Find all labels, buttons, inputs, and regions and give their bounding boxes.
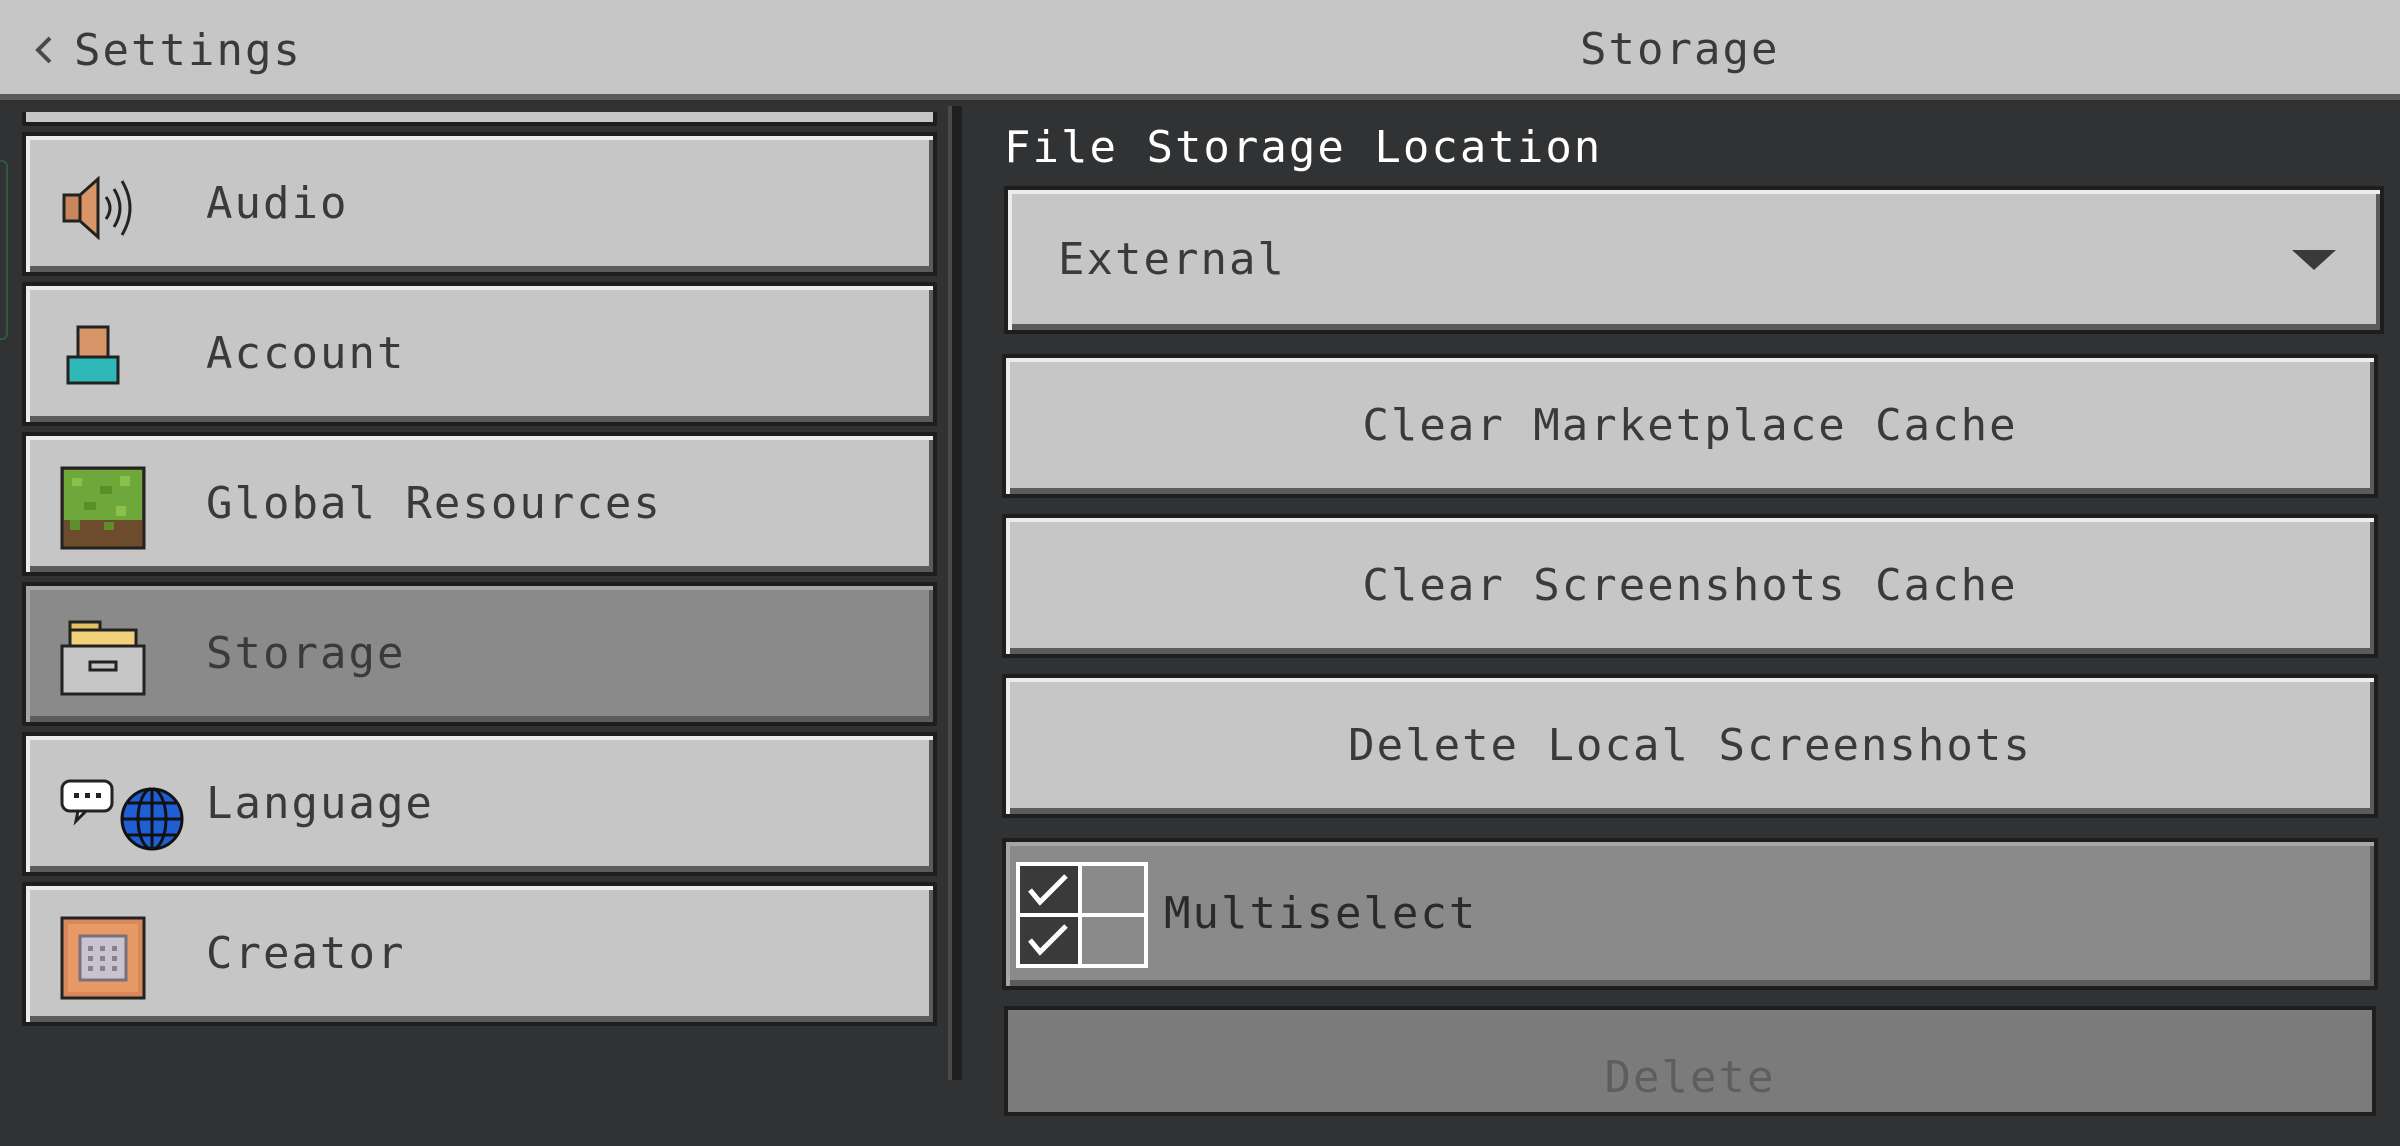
grass-block-icon bbox=[60, 466, 146, 550]
sidebar-item-label: Storage bbox=[206, 628, 406, 679]
back-label: Settings bbox=[74, 24, 302, 76]
edge-decoration bbox=[0, 160, 8, 340]
dropdown-selected-value: External bbox=[1058, 234, 1286, 285]
sidebar-item-partial[interactable] bbox=[22, 112, 937, 126]
sidebar-item-audio[interactable]: Audio bbox=[22, 132, 937, 276]
sidebar-item-label: Audio bbox=[206, 178, 349, 229]
account-icon bbox=[60, 318, 146, 398]
delete-button[interactable]: Delete bbox=[1004, 1006, 2376, 1116]
clear-screenshots-cache-button[interactable]: Clear Screenshots Cache bbox=[1002, 514, 2378, 658]
multiselect-label: Multiselect bbox=[1164, 888, 1478, 939]
page-title: Storage bbox=[1580, 24, 1780, 75]
multiselect-toggle[interactable]: Multiselect bbox=[1002, 838, 2378, 990]
sidebar-item-global-resources[interactable]: Global Resources bbox=[22, 432, 937, 576]
speaker-icon bbox=[60, 168, 146, 248]
chevron-down-icon bbox=[2292, 250, 2336, 270]
sidebar-item-label: Global Resources bbox=[206, 478, 662, 529]
multiselect-checkbox-icon bbox=[1016, 862, 1148, 968]
storage-box-icon bbox=[60, 618, 146, 698]
sidebar-item-label: Account bbox=[206, 328, 406, 379]
sidebar-item-label: Language bbox=[206, 778, 434, 829]
sidebar-item-storage[interactable]: Storage bbox=[22, 582, 937, 726]
top-bar: Settings Storage bbox=[0, 0, 2400, 100]
chevron-left-icon bbox=[35, 36, 52, 64]
clear-marketplace-cache-button[interactable]: Clear Marketplace Cache bbox=[1002, 354, 2378, 498]
command-block-icon bbox=[60, 916, 146, 1000]
sidebar-item-language[interactable]: Language bbox=[22, 732, 937, 876]
panel-divider bbox=[948, 106, 962, 1080]
sidebar-item-account[interactable]: Account bbox=[22, 282, 937, 426]
sidebar-item-label: Creator bbox=[206, 928, 406, 979]
sidebar-item-creator[interactable]: Creator bbox=[22, 882, 937, 1026]
delete-local-screenshots-button[interactable]: Delete Local Screenshots bbox=[1002, 674, 2378, 818]
back-button[interactable]: Settings bbox=[30, 20, 302, 80]
file-storage-location-label: File Storage Location bbox=[1004, 122, 1603, 173]
file-storage-location-dropdown[interactable]: External bbox=[1004, 186, 2384, 334]
language-globe-icon bbox=[60, 774, 190, 854]
